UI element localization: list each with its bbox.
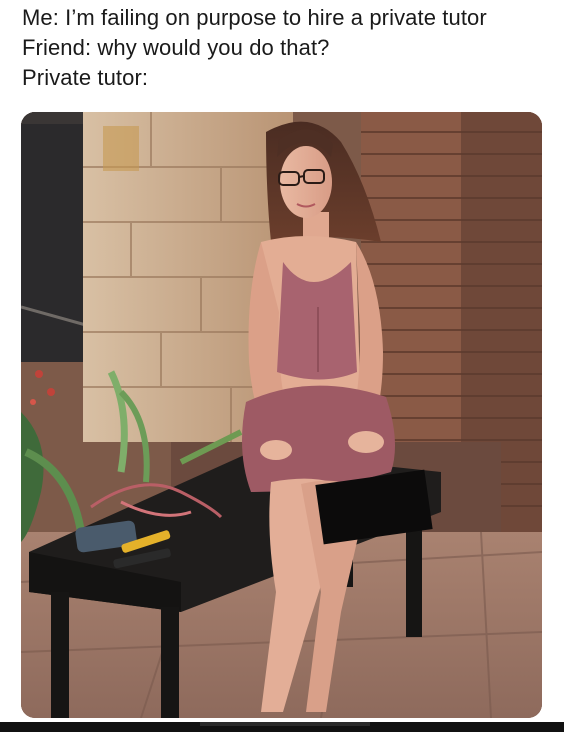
caption-line-2: Friend: why would you do that? [22,35,330,60]
caption-line-1: Me: I’m failing on purpose to hire a pri… [22,5,487,30]
bottom-bar-handle [200,722,370,726]
meme-photo [21,112,542,718]
meme-caption: Me: I’m failing on purpose to hire a pri… [22,3,552,93]
caption-line-3: Private tutor: [22,65,149,90]
photo-illustration [21,112,542,718]
meme-post: Me: I’m failing on purpose to hire a pri… [0,0,564,732]
bottom-bar [0,722,564,732]
